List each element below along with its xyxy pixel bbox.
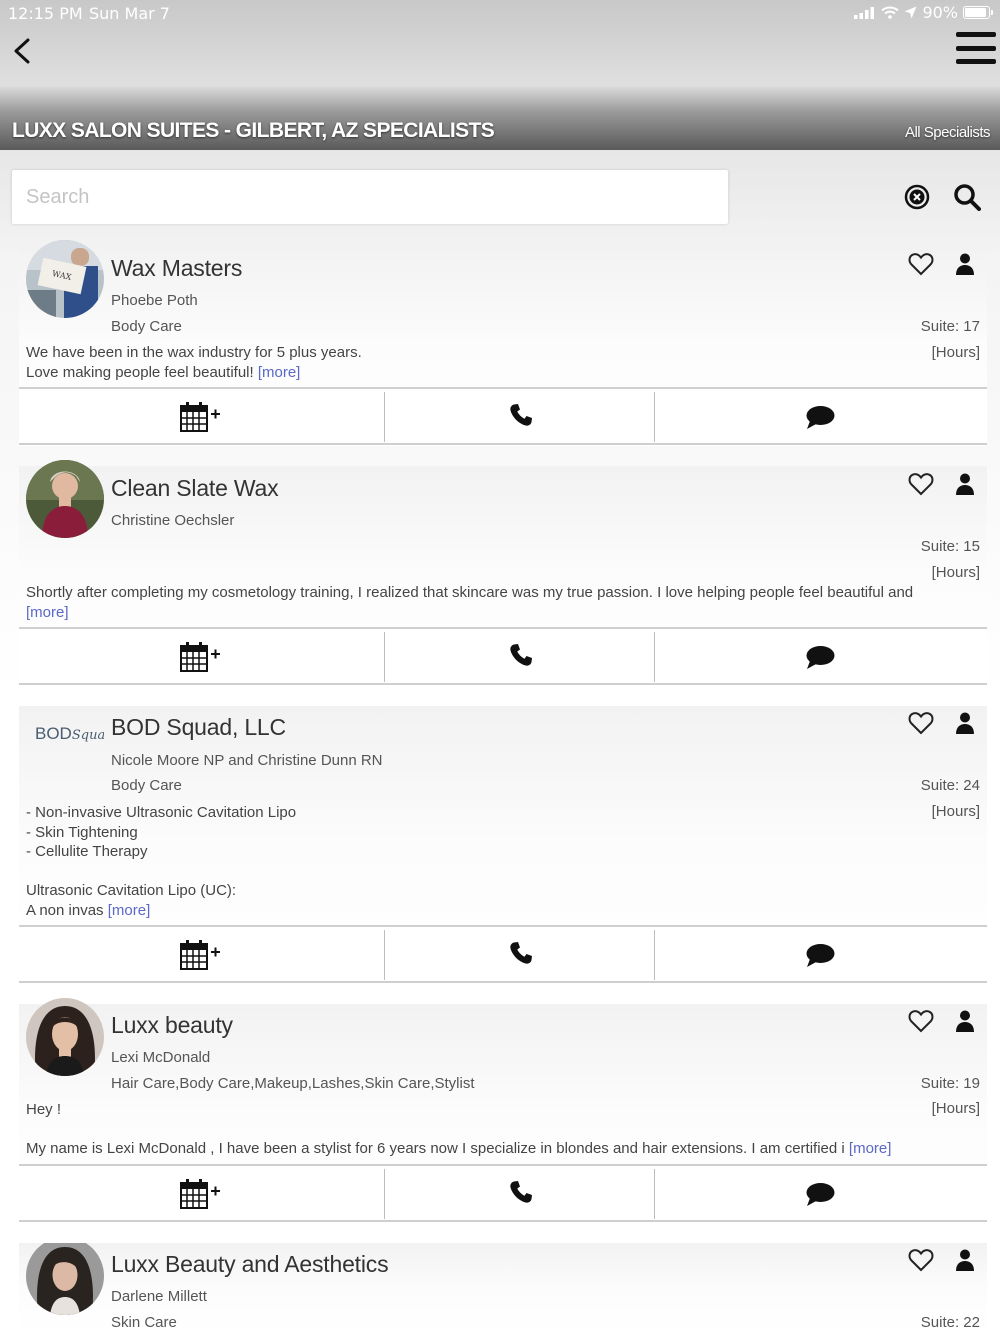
message-chat-icon[interactable] [805, 943, 835, 969]
suite-number: Suite: 22 [920, 1314, 980, 1331]
back-chevron-icon[interactable] [10, 36, 36, 66]
divider [654, 392, 655, 442]
message-chat-icon[interactable] [805, 1182, 835, 1208]
hours-link[interactable]: [Hours] [932, 1100, 980, 1117]
favorite-heart-icon[interactable] [908, 472, 934, 496]
profile-person-icon[interactable] [955, 1010, 975, 1032]
action-bar [19, 387, 987, 445]
listing-description: - Non-invasive Ultrasonic Cavitation Lip… [26, 804, 297, 919]
listing-card: BODSquad BOD Squad, LLC Nicole Moore NP … [19, 706, 987, 984]
hours-link[interactable]: [Hours] [932, 564, 980, 581]
logo-text: BODSquad [35, 724, 104, 743]
location-arrow-icon [904, 6, 917, 19]
divider [654, 930, 655, 980]
listing-owner: Christine Oechsler [111, 512, 235, 529]
listing-name[interactable]: BOD Squad, LLC [111, 714, 286, 741]
listing-card: Luxx Beauty and Aesthetics Darlene Mille… [19, 1243, 987, 1334]
status-indicators: 90% [854, 3, 993, 22]
action-bar [19, 627, 987, 685]
page-title: LUXX SALON SUITES - GILBERT, AZ SPECIALI… [12, 119, 495, 142]
divider [384, 392, 385, 442]
more-link[interactable]: [more] [849, 1140, 892, 1157]
hamburger-menu-icon[interactable] [956, 32, 996, 64]
cellular-signal-icon [854, 6, 875, 19]
battery-percentage: 90% [922, 3, 958, 22]
call-phone-icon[interactable] [509, 941, 533, 965]
favorite-heart-icon[interactable] [908, 252, 934, 276]
listing-description: Hey ! My name is Lexi McDonald , I have … [26, 1101, 892, 1157]
listing-category: Skin Care [111, 1314, 177, 1331]
favorite-heart-icon[interactable] [908, 1248, 934, 1272]
call-phone-icon[interactable] [509, 643, 533, 667]
listing-card: WAX Wax Masters Phoebe Poth Body Care We… [19, 240, 987, 446]
suite-number: Suite: 24 [920, 777, 980, 794]
action-bar [19, 925, 987, 983]
divider [384, 930, 385, 980]
action-bar [19, 1164, 987, 1222]
profile-person-icon[interactable] [955, 712, 975, 734]
favorite-heart-icon[interactable] [908, 711, 934, 735]
status-bar: 12:15 PM Sun Mar 7 90% [0, 0, 1000, 26]
wifi-icon [881, 6, 900, 19]
more-link[interactable]: [more] [26, 604, 69, 621]
profile-person-icon[interactable] [955, 253, 975, 275]
hours-link[interactable]: [Hours] [932, 803, 980, 820]
avatar [26, 1243, 104, 1315]
message-chat-icon[interactable] [805, 405, 835, 431]
listing-owner: Nicole Moore NP and Christine Dunn RN [111, 752, 383, 769]
bod-squad-logo: BODSquad [26, 700, 104, 778]
listing-owner: Darlene Millett [111, 1288, 207, 1305]
book-calendar-plus-icon[interactable] [179, 401, 225, 433]
favorite-heart-icon[interactable] [908, 1009, 934, 1033]
suite-number: Suite: 19 [920, 1075, 980, 1092]
listing-card: Luxx beauty Lexi McDonald Hair Care,Body… [19, 998, 987, 1224]
avatar [26, 460, 104, 538]
divider [654, 1169, 655, 1219]
listing-name[interactable]: Luxx beauty [111, 1012, 233, 1039]
all-specialists-link[interactable]: All Specialists [905, 124, 991, 141]
book-calendar-plus-icon[interactable] [179, 1178, 225, 1210]
divider [384, 1169, 385, 1219]
listing-category: Body Care [111, 777, 182, 794]
book-calendar-plus-icon[interactable] [179, 939, 225, 971]
status-time: 12:15 PM [8, 4, 83, 23]
battery-icon [963, 6, 993, 19]
listing-category: Hair Care,Body Care,Makeup,Lashes,Skin C… [111, 1075, 475, 1092]
listing-name[interactable]: Clean Slate Wax [111, 475, 279, 502]
clear-search-icon[interactable] [904, 184, 930, 210]
avatar [26, 998, 104, 1076]
suite-number: Suite: 17 [920, 318, 980, 335]
divider [654, 632, 655, 682]
call-phone-icon[interactable] [509, 1180, 533, 1204]
listing-category: Body Care [111, 318, 182, 335]
listing-owner: Lexi McDonald [111, 1049, 211, 1066]
avatar: WAX [26, 240, 104, 318]
more-link[interactable]: [more] [258, 364, 301, 381]
listing-name[interactable]: Luxx Beauty and Aesthetics [111, 1251, 389, 1278]
book-calendar-plus-icon[interactable] [179, 641, 225, 673]
navigation-bar [0, 26, 1000, 86]
page-header: LUXX SALON SUITES - GILBERT, AZ SPECIALI… [0, 86, 1000, 150]
profile-person-icon[interactable] [955, 473, 975, 495]
listing-card: Clean Slate Wax Christine Oechsler Short… [19, 460, 987, 686]
call-phone-icon[interactable] [509, 403, 533, 427]
status-date: Sun Mar 7 [89, 4, 170, 23]
battery-level [965, 8, 986, 17]
hours-link[interactable]: [Hours] [932, 344, 980, 361]
suite-number: Suite: 15 [920, 538, 980, 555]
listing-description: Shortly after completing my cosmetology … [26, 584, 914, 621]
message-chat-icon[interactable] [805, 645, 835, 671]
listing-name[interactable]: Wax Masters [111, 255, 242, 282]
more-link[interactable]: [more] [108, 902, 151, 919]
profile-person-icon[interactable] [955, 1249, 975, 1271]
search-icon[interactable] [953, 183, 981, 211]
search-input[interactable] [12, 170, 728, 224]
listing-description: We have been in the wax industry for 5 p… [26, 344, 362, 381]
divider [384, 632, 385, 682]
listing-owner: Phoebe Poth [111, 292, 198, 309]
